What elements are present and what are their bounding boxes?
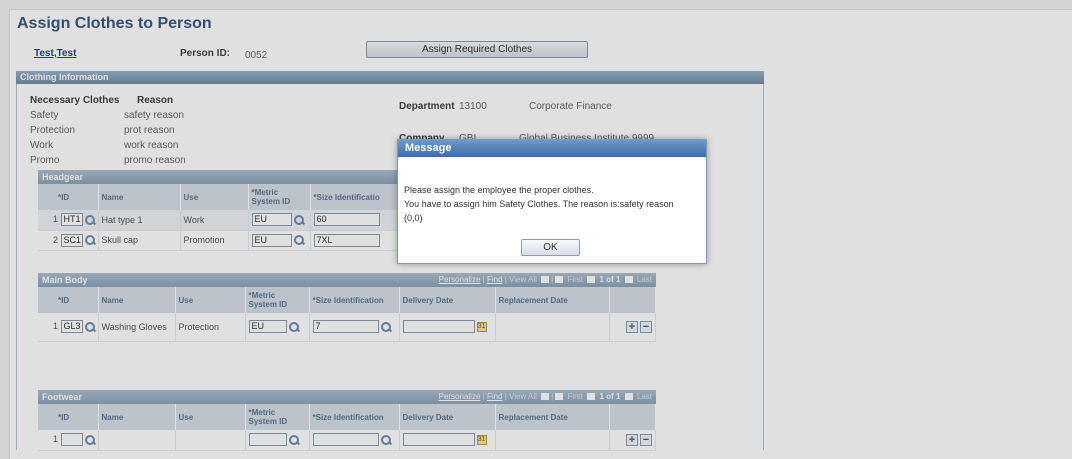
message-dialog: Message Please assign the employee the p… <box>397 139 707 264</box>
dialog-line: You have to assign him Safety Clothes. T… <box>404 199 674 209</box>
dialog-line: (0,0) <box>404 213 423 223</box>
dialog-line: Please assign the employee the proper cl… <box>404 185 594 195</box>
ok-button[interactable]: OK <box>521 239 580 256</box>
dialog-message: Please assign the employee the proper cl… <box>404 183 704 225</box>
dialog-title: Message <box>398 140 706 157</box>
